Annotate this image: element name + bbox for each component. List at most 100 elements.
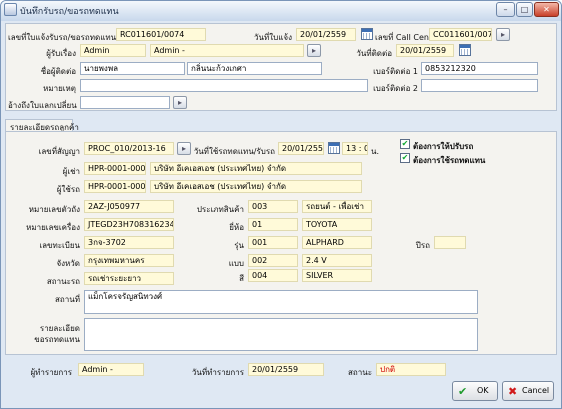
plate-label: เลขทะเบียน — [39, 241, 80, 250]
ok-button[interactable]: ✔ OK — [452, 381, 498, 401]
phone1-label: เบอร์ติดต่อ 1 — [373, 67, 418, 76]
location-field[interactable]: แม็กโครจรัญสนิทวงศ์ — [84, 290, 478, 314]
contact-firstname-field[interactable]: นายพงพล — [80, 62, 185, 75]
contract-field[interactable]: PROC_010/2013-16 — [84, 142, 174, 155]
brand-name-field: TOYOTA — [302, 218, 372, 231]
contact-name-label: ชื่อผู้ติดต่อ — [40, 67, 76, 76]
creator-field: Admin - — [78, 363, 144, 376]
engine-field: JTEGD23H708316234 — [84, 218, 174, 231]
renter-code-field: HPR-0001-00021 — [84, 162, 146, 175]
lookup-icon: ▸ — [181, 144, 186, 153]
phone2-label: เบอร์ติดต่อ 2 — [373, 84, 418, 93]
cancel-label: Cancel — [522, 386, 550, 395]
req-no-label: เลขที่ใบแจ้งรับรถ/ขอรถทดแทน — [8, 33, 117, 42]
req-date-calendar-icon[interactable] — [361, 28, 373, 40]
brand-label: ยี่ห้อ — [229, 223, 244, 232]
contact-lastname-field[interactable]: กลิ่นนะก้วงเกศา — [187, 62, 322, 75]
lookup-icon: ▸ — [500, 30, 505, 39]
contract-lookup-button[interactable]: ▸ — [177, 142, 191, 155]
cartype-name-field: รถยนต์ - เพื่อเช่า — [302, 200, 372, 213]
request-detail-label: รายละเอียด ขอรถทดแทน — [34, 324, 80, 344]
car-status-field: รถเช่าระยะยาว — [84, 272, 174, 285]
use-minute: 00 — [364, 144, 367, 153]
status-label: สถานะ — [348, 368, 372, 377]
close-button[interactable]: ✕ — [534, 2, 559, 17]
maximize-icon: □ — [520, 5, 529, 14]
year-field — [434, 236, 466, 249]
use-date-field[interactable]: 20/01/2559 — [278, 142, 324, 155]
minimize-button[interactable]: – — [496, 2, 515, 17]
receiver-code-field[interactable]: Admin — [80, 44, 146, 57]
model-code-field: 001 — [248, 236, 298, 249]
user-label: ผู้ใช้รถ — [56, 185, 80, 194]
req-no-field[interactable]: RC011601/0074 — [116, 28, 206, 41]
engine-size-name-field: 2.4 V — [302, 254, 372, 267]
window-title: บันทึกรับรถ/ขอรถทดแทน — [20, 7, 119, 17]
use-hour: 13 — [346, 144, 357, 153]
cartype-label: ประเภทสินค้า — [196, 205, 244, 214]
user-code-field: HPR-0001-00021 — [84, 180, 146, 193]
fix-car-checkbox[interactable]: ✔ — [400, 139, 410, 149]
cancel-button[interactable]: ✖ Cancel — [502, 381, 554, 401]
fix-car-label: ต้องการให้ปรับรถ — [413, 142, 474, 151]
lookup-icon: ▸ — [177, 98, 182, 107]
engine-size-code-field: 002 — [248, 254, 298, 267]
check-icon: ✔ — [458, 385, 468, 398]
use-date-calendar-icon[interactable] — [328, 142, 340, 154]
callcenter-lookup-button[interactable]: ▸ — [496, 28, 510, 41]
ok-label: OK — [477, 386, 489, 395]
use-time-field[interactable]: 13 : 00 — [342, 142, 368, 155]
use-date-label: วันที่ใช้รถทดแทน/รับรถ — [193, 147, 275, 156]
location-label: สถานที่ — [55, 295, 80, 304]
callcenter-label: เลขที่ Call Center — [375, 33, 441, 42]
engine-label: หมายเลขเครื่อง — [26, 223, 80, 232]
app-icon — [4, 3, 17, 16]
receiver-lookup-button[interactable]: ▸ — [307, 44, 321, 57]
receiver-name-field: Admin - — [150, 44, 304, 57]
creator-label: ผู้ทำรายการ — [30, 368, 72, 377]
ref-doc-label: อ้างถึงใบแลกเปลี่ยน — [8, 101, 77, 110]
minimize-icon: – — [503, 5, 508, 14]
chassis-field: 2AZ-J050977 — [84, 200, 174, 213]
phone2-field[interactable] — [421, 79, 538, 92]
replace-car-label: ต้องการใช้รถทดแทน — [413, 156, 486, 165]
note-field[interactable] — [80, 79, 368, 92]
receiver-label: ผู้รับเรื่อง — [46, 49, 76, 58]
engine-size-label: แบบ — [228, 259, 244, 268]
use-time-sep: : — [358, 144, 362, 153]
contract-label: เลขที่สัญญา — [38, 147, 80, 156]
ref-doc-lookup-button[interactable]: ▸ — [173, 96, 187, 109]
province-label: จังหวัด — [56, 259, 80, 268]
use-time-unit: น. — [371, 147, 380, 156]
req-date-label: วันที่ใบแจ้ง — [254, 33, 292, 42]
phone1-field[interactable]: 0853212320 — [421, 62, 538, 75]
maximize-button[interactable]: □ — [516, 2, 533, 17]
brand-code-field: 01 — [248, 218, 298, 231]
renter-name-field: บริษัท อีเคเอสเอช (ประเทศไทย) จำกัด — [150, 162, 362, 175]
color-code-field: 004 — [248, 269, 298, 282]
ref-doc-field[interactable] — [80, 96, 170, 109]
request-detail-field[interactable] — [84, 318, 478, 351]
user-name-field: บริษัท อีเคเอสเอช (ประเทศไทย) จำกัด — [150, 180, 362, 193]
province-field: กรุงเทพมหานคร — [84, 254, 174, 267]
year-label: ปีรถ — [415, 241, 430, 250]
chassis-label: หมายเลขตัวถัง — [28, 205, 80, 214]
x-icon: ✖ — [508, 385, 518, 398]
model-label: รุ่น — [234, 241, 244, 250]
contact-date-label: วันที่ติดต่อ — [356, 49, 392, 58]
renter-label: ผู้เช่า — [62, 167, 80, 176]
lookup-icon: ▸ — [311, 46, 316, 55]
callcenter-field[interactable]: CC011601/0076 — [429, 28, 492, 41]
replace-car-checkbox[interactable]: ✔ — [400, 153, 410, 163]
color-label: สี — [239, 274, 244, 283]
contact-date-calendar-icon[interactable] — [459, 44, 471, 56]
model-name-field: ALPHARD — [302, 236, 372, 249]
create-date-field: 20/01/2559 — [248, 363, 324, 376]
req-date-field[interactable]: 20/01/2559 — [296, 28, 356, 41]
cartype-code-field: 003 — [248, 200, 298, 213]
contact-date-field[interactable]: 20/01/2559 — [396, 44, 454, 57]
color-name-field: SILVER — [302, 269, 372, 282]
plate-field: 3กจ-3702 — [84, 236, 174, 249]
create-date-label: วันที่ทำรายการ — [191, 368, 244, 377]
car-status-label: สถานะรถ — [46, 277, 80, 286]
